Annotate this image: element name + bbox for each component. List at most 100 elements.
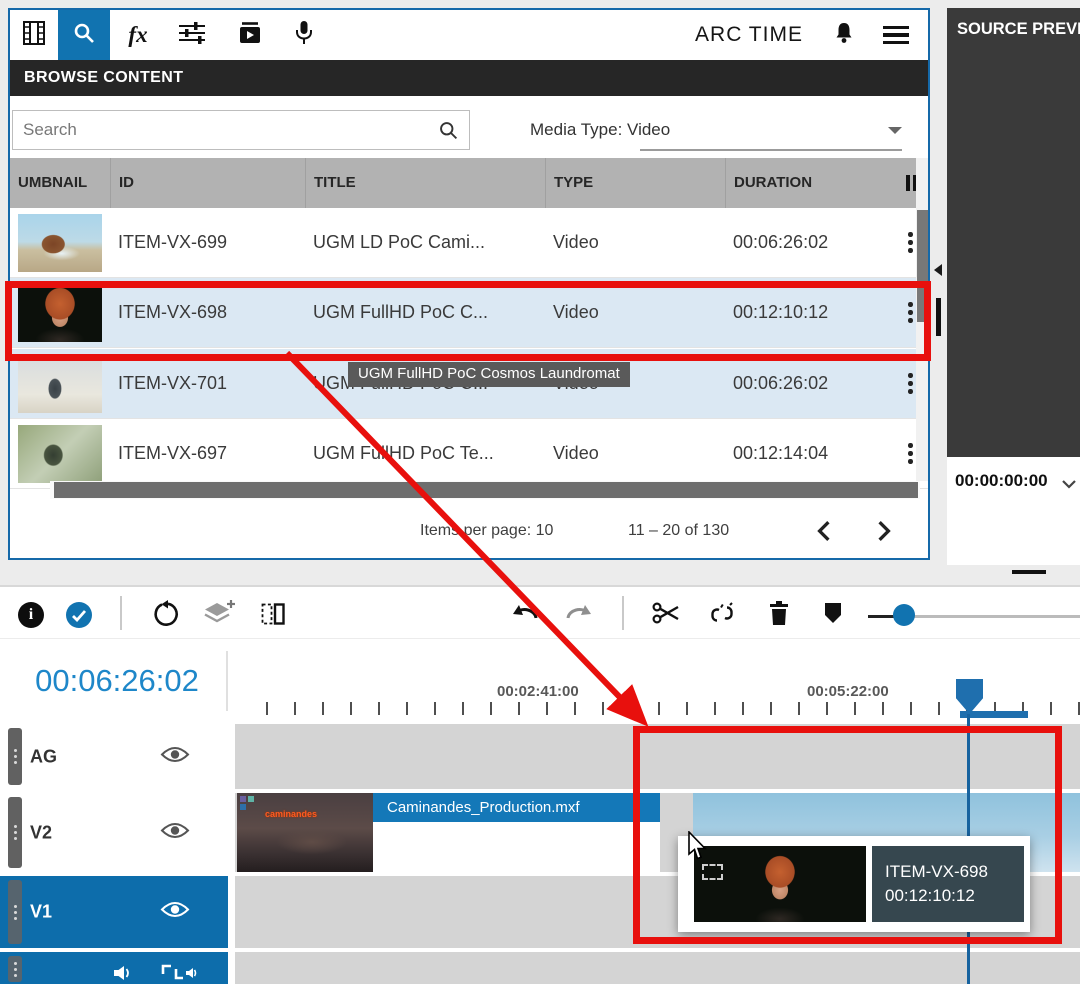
row-type: Video xyxy=(545,232,725,253)
column-type[interactable]: TYPE xyxy=(545,158,725,208)
search-input-icon[interactable] xyxy=(438,120,459,146)
panel-resize-handle[interactable] xyxy=(1012,570,1046,574)
track-label: V2 xyxy=(30,822,52,843)
search-icon xyxy=(72,21,96,50)
track-header-ag[interactable]: AG xyxy=(0,724,228,789)
eye-icon[interactable] xyxy=(160,745,190,768)
timeline-clip[interactable]: Caminandes_Production.mxf xyxy=(373,793,660,822)
add-layer-icon[interactable] xyxy=(202,598,236,633)
delete-icon[interactable] xyxy=(768,600,790,631)
chevron-left-icon[interactable] xyxy=(816,520,832,547)
drag-handle-icon[interactable] xyxy=(8,956,22,982)
search-input[interactable] xyxy=(23,111,423,149)
unlink-icon[interactable] xyxy=(708,601,736,632)
chevron-right-icon[interactable] xyxy=(876,520,892,547)
row-thumbnail xyxy=(18,214,102,272)
browse-content-header: BROWSE CONTENT xyxy=(10,60,928,96)
film-strip-icon xyxy=(21,20,47,51)
voiceover-button[interactable] xyxy=(284,10,324,60)
track-label: V1 xyxy=(30,902,52,923)
chevron-down-icon[interactable] xyxy=(888,127,902,134)
undo-icon[interactable] xyxy=(510,601,540,632)
speaker-icon[interactable] xyxy=(112,964,136,984)
eye-icon[interactable] xyxy=(160,901,190,924)
row-id: ITEM-VX-697 xyxy=(110,443,305,464)
audio-monitor-icon[interactable] xyxy=(160,964,200,984)
app-title: ARC TIME xyxy=(674,10,824,60)
browse-toolbar: fx ARC TIME xyxy=(10,10,928,60)
column-id[interactable]: ID xyxy=(110,158,305,208)
media-type-value: Video xyxy=(627,120,670,139)
row-type: Video xyxy=(545,443,725,464)
column-title[interactable]: TITLE xyxy=(305,158,545,208)
adjust-icon xyxy=(177,20,207,51)
media-library-button[interactable] xyxy=(10,10,58,60)
table-header: UMBNAIL ID TITLE TYPE DURATION xyxy=(10,158,928,208)
zoom-slider-thumb[interactable] xyxy=(893,604,915,626)
app-root: fx ARC TIME xyxy=(0,0,1080,984)
eye-icon[interactable] xyxy=(160,821,190,844)
ruler-label: 00:02:41:00 xyxy=(497,683,579,700)
collapse-panel-icon[interactable] xyxy=(934,264,942,276)
timeline-toolbar: i xyxy=(0,587,1080,639)
clip-thumbnail-text: caminandes xyxy=(265,809,317,819)
media-type-select[interactable]: Media Type: Video xyxy=(530,110,920,150)
annotation-box-source-row xyxy=(5,281,931,361)
menu-icon xyxy=(883,26,909,45)
toolbar-divider xyxy=(120,596,122,630)
track-header-v1[interactable]: V1 xyxy=(0,876,228,948)
row-duration: 00:06:26:02 xyxy=(725,232,893,253)
row-title: UGM LD PoC Cami... xyxy=(305,232,545,253)
ruler-label: 00:05:22:00 xyxy=(807,683,889,700)
source-preview-footer: 00:00:00:00 xyxy=(947,457,1080,565)
table-row[interactable]: ITEM-VX-697 UGM FullHD PoC Te... Video 0… xyxy=(10,419,928,489)
panel-scrollbar-thumb[interactable] xyxy=(936,298,941,336)
row-duration: 00:12:14:04 xyxy=(725,443,893,464)
row-id: ITEM-VX-701 xyxy=(110,373,305,394)
search-tab-button[interactable] xyxy=(58,10,110,60)
info-icon[interactable]: i xyxy=(18,602,44,628)
drag-handle-icon[interactable] xyxy=(8,797,22,868)
drag-indicator-box xyxy=(702,864,723,880)
redo-icon[interactable] xyxy=(564,601,594,632)
adjust-button[interactable] xyxy=(170,10,214,60)
fx-icon: fx xyxy=(128,22,147,48)
menu-button[interactable] xyxy=(874,10,918,60)
row-thumbnail xyxy=(18,355,102,413)
drag-handle-icon[interactable] xyxy=(8,728,22,785)
items-per-page-label: Items per page: 10 xyxy=(420,522,553,540)
effects-button[interactable]: fx xyxy=(118,10,158,60)
marker-icon[interactable] xyxy=(824,602,842,629)
track-header-v2[interactable]: V2 xyxy=(0,793,228,872)
pagination-range-label: 11 – 20 of 130 xyxy=(628,522,729,540)
source-timecode[interactable]: 00:00:00:00 xyxy=(955,471,1048,491)
column-duration[interactable]: DURATION xyxy=(725,158,893,208)
drag-handle-icon[interactable] xyxy=(8,880,22,944)
row-duration: 00:06:26:02 xyxy=(725,373,893,394)
search-field xyxy=(12,110,470,150)
reset-icon[interactable] xyxy=(152,600,180,633)
clip-thumbnail[interactable]: caminandes xyxy=(237,793,373,872)
cut-icon[interactable] xyxy=(652,600,680,631)
row-tooltip: UGM FullHD PoC Cosmos Laundromat xyxy=(348,362,630,387)
microphone-icon xyxy=(293,19,315,52)
notifications-button[interactable] xyxy=(824,10,864,60)
bell-icon xyxy=(833,21,855,50)
check-circle-icon[interactable] xyxy=(66,602,92,628)
track-lane-audio[interactable] xyxy=(235,952,1080,984)
playhead-bar xyxy=(960,711,1028,718)
table-horizontal-scrollbar-thumb[interactable] xyxy=(54,482,918,498)
media-type-label: Media Type: xyxy=(530,120,622,139)
cursor-arrow xyxy=(688,831,710,866)
chevron-down-icon[interactable] xyxy=(1061,476,1077,494)
clip-body[interactable] xyxy=(373,822,660,872)
export-button[interactable] xyxy=(228,10,272,60)
track-header-audio[interactable] xyxy=(0,952,228,984)
timeline-ruler[interactable] xyxy=(240,702,1080,715)
split-view-icon[interactable] xyxy=(260,602,286,631)
column-thumbnail[interactable]: UMBNAIL xyxy=(10,158,110,208)
row-thumbnail xyxy=(18,425,102,483)
row-title: UGM FullHD PoC Te... xyxy=(305,443,545,464)
timeline-timecode[interactable]: 00:06:26:02 xyxy=(8,651,228,711)
table-row[interactable]: ITEM-VX-699 UGM LD PoC Cami... Video 00:… xyxy=(10,208,928,278)
